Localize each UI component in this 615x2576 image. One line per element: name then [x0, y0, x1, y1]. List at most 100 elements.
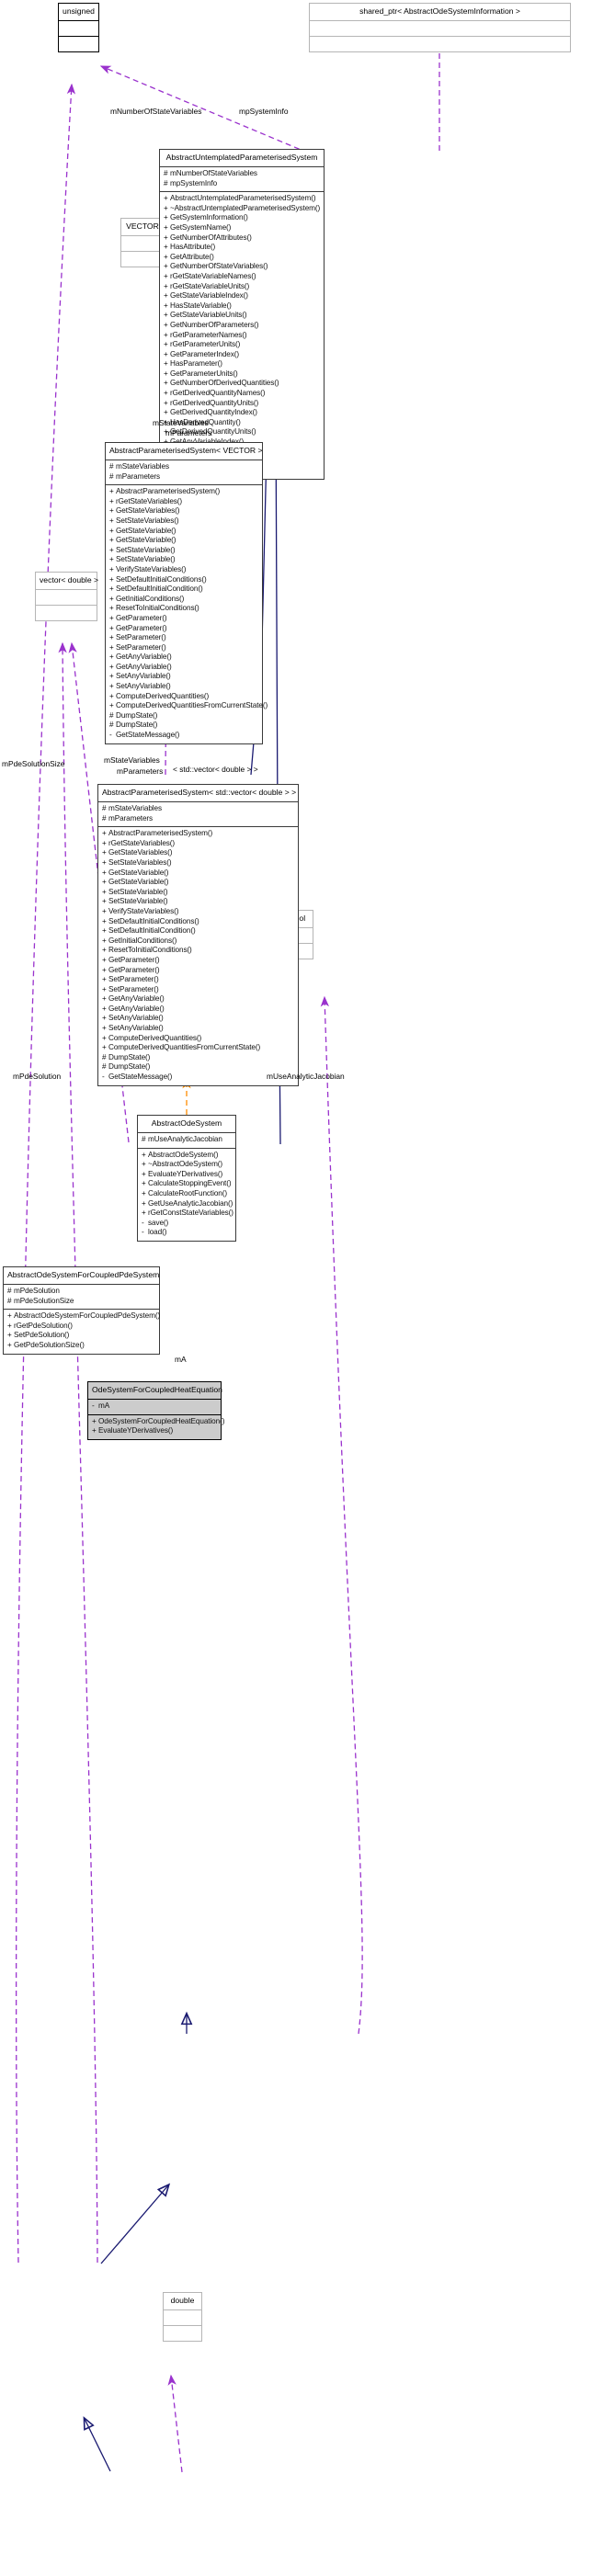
visibility-marker: + [164, 252, 168, 261]
member-row: # mStateVariables [106, 462, 262, 472]
visibility-marker: # [109, 471, 114, 481]
abstract-ode-system-for-coupled-pde-system-node[interactable]: AbstractOdeSystemForCoupledPdeSystem # mP… [3, 1266, 160, 1355]
member-row: + GetAnyVariable() [106, 663, 262, 673]
usage-edge-unsigned-mPdeSolutionSize [15, 83, 76, 2264]
member-label: mUseAnalyticJacobian [148, 1135, 222, 1143]
node-methods: + AbstractParameterisedSystem() + rGetState… [106, 485, 268, 743]
member-label: ComputeDerivedQuantities() [116, 691, 210, 700]
member-label: SetParameter() [116, 642, 166, 652]
unsigned-node[interactable]: unsigned [58, 3, 99, 52]
member-row: + SetAnyVariable() [98, 1024, 298, 1034]
visibility-marker: + [142, 1209, 146, 1218]
visibility-marker: + [164, 340, 168, 349]
visibility-marker: + [164, 233, 168, 242]
member-label: rGetParameterUnits() [170, 340, 241, 349]
member-row: + GetSystemName() [160, 223, 324, 233]
visibility-marker: - [109, 731, 112, 740]
member-row: + GetSystemInformation() [160, 213, 324, 223]
visibility-marker: + [102, 878, 107, 887]
member-label: VerifyStateVariables() [108, 906, 179, 915]
visibility-marker: - [92, 1401, 95, 1410]
member-label: VerifyStateVariables() [116, 564, 187, 573]
visibility-marker: + [109, 623, 114, 632]
node-title: AbstractUntemplatedParameterisedSystem [165, 153, 318, 162]
member-label: SetParameter() [108, 984, 159, 993]
visibility-marker: + [164, 203, 168, 212]
member-label: SetAnyVariable() [108, 1014, 164, 1023]
shared-ptr-node[interactable]: shared_ptr< AbstractOdeSystemInformation… [309, 3, 571, 52]
member-label: ResetToInitialConditions() [108, 946, 192, 955]
member-label: SetStateVariable() [108, 887, 168, 896]
member-label: HasParameter() [170, 359, 222, 369]
member-row: + SetParameter() [98, 985, 298, 995]
member-row: # mParameters [106, 472, 262, 482]
vector-double-node[interactable]: vector< double > [35, 572, 98, 621]
member-row: + AbstractParameterisedSystem() [98, 829, 298, 839]
member-label: mParameters [108, 813, 154, 823]
member-label: rGetPdeSolution() [14, 1321, 73, 1330]
member-row: + SetAnyVariable() [106, 682, 262, 692]
abstract-ode-system-node[interactable]: AbstractOdeSystem # mUseAnalyticJacobian … [137, 1115, 236, 1242]
member-label: GetAnyVariable() [108, 994, 165, 1004]
visibility-marker: # [7, 1296, 12, 1305]
member-label: SetParameter() [116, 633, 166, 642]
member-label: SetPdeSolution() [14, 1331, 70, 1340]
inheritance-edge-aosfcps-to-aos [100, 2183, 171, 2264]
member-label: GetStateVariableIndex() [170, 291, 248, 301]
member-label: GetStateVariable() [108, 868, 169, 877]
member-label: GetInitialConditions() [108, 936, 177, 945]
member-row: + GetStateVariable() [106, 527, 262, 537]
visibility-marker: + [109, 604, 114, 613]
member-label: CalculateStoppingEvent() [148, 1179, 232, 1188]
visibility-marker: # [102, 1062, 107, 1072]
member-row: + SetStateVariable() [106, 546, 262, 556]
node-methods: + AbstractOdeSystemForCoupledPdeSystem() +… [4, 1310, 160, 1353]
member-row: + rGetStateVariables() [98, 839, 298, 849]
member-row: + GetNumberOfStateVariables() [160, 262, 324, 272]
abstract-parameterised-system-std-vector-double-node[interactable]: AbstractParameterisedSystem< std::vector… [97, 784, 299, 1086]
member-row: # mNumberOfStateVariables [160, 169, 324, 179]
abstract-parameterised-system-vector-node[interactable]: AbstractParameterisedSystem< VECTOR > # m… [105, 442, 268, 744]
vector-node[interactable]: VECTOR [120, 218, 165, 267]
visibility-marker: + [109, 642, 114, 652]
member-row: + GetParameterUnits() [160, 369, 324, 380]
visibility-marker: + [102, 1014, 107, 1023]
inheritance-edge-osfche-to-aosfcps [83, 2416, 111, 2472]
visibility-marker: # [109, 721, 114, 730]
node-attributes: # mStateVariables # mParameters [106, 460, 262, 484]
visibility-marker: + [109, 526, 114, 535]
visibility-marker: + [142, 1150, 146, 1159]
node-attributes: - mA [88, 1400, 221, 1414]
double-node[interactable]: double [163, 2292, 202, 2342]
visibility-marker: + [109, 653, 114, 662]
visibility-marker: + [109, 662, 114, 671]
member-label: SetDefaultInitialConditions() [116, 574, 207, 584]
member-row: + rGetDerivedQuantityUnits() [160, 399, 324, 409]
member-row: + GetStateVariable() [106, 536, 262, 546]
visibility-marker: + [164, 389, 168, 398]
member-row: + rGetStateVariableUnits() [160, 282, 324, 292]
member-row: + rGetParameterUnits() [160, 340, 324, 350]
member-label: DumpState() [108, 1052, 151, 1061]
visibility-marker: + [102, 926, 107, 936]
vector-double-methods [36, 606, 97, 620]
visibility-marker: + [109, 564, 114, 573]
visibility-marker: + [164, 301, 168, 310]
member-label: GetParameter() [108, 965, 160, 974]
member-label: SetStateVariable() [116, 555, 176, 564]
vector-node-title: VECTOR [126, 221, 159, 231]
ode-system-for-coupled-heat-equation-node[interactable]: OdeSystemForCoupledHeatEquation - mA + Ode… [87, 1381, 224, 1440]
visibility-marker: + [142, 1179, 146, 1188]
member-label: GetParameterIndex() [170, 349, 240, 358]
visibility-marker: + [109, 555, 114, 564]
visibility-marker: + [164, 330, 168, 339]
member-row: + ComputeDerivedQuantitiesFromCurrentStat… [106, 701, 268, 711]
member-row: + GetParameter() [106, 614, 262, 624]
member-row: + SetDefaultInitialCondition() [106, 584, 262, 595]
member-row: + rGetParameterNames() [160, 331, 324, 341]
node-attributes: # mPdeSolution # mPdeSolutionSize [4, 1285, 159, 1309]
member-row: + GetStateVariable() [98, 868, 298, 879]
visibility-marker: + [102, 946, 107, 955]
member-label: GetUseAnalyticJacobian() [148, 1198, 233, 1208]
member-row: + SetStateVariables() [106, 516, 262, 527]
